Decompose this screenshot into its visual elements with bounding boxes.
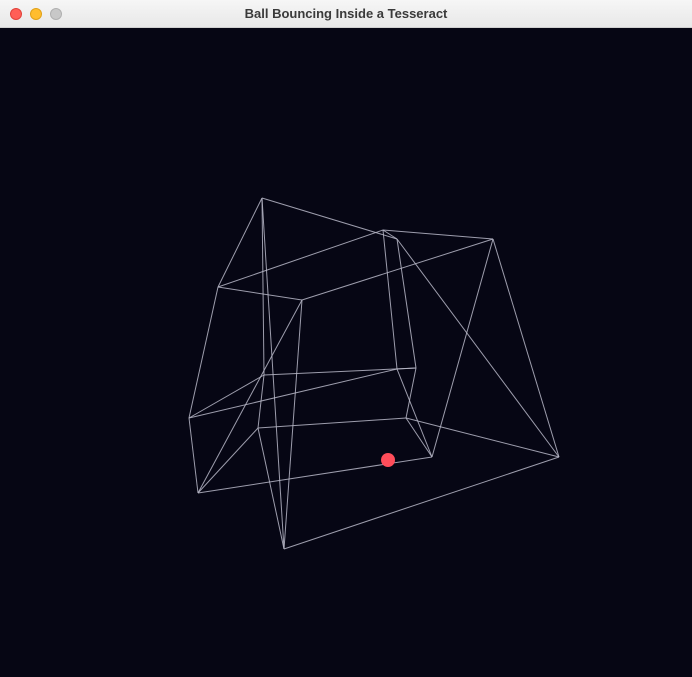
traffic-lights (0, 8, 62, 20)
tesseract-edge (189, 375, 264, 418)
maximize-icon[interactable] (50, 8, 62, 20)
close-icon[interactable] (10, 8, 22, 20)
tesseract-edge (397, 369, 432, 457)
tesseract-edge (189, 369, 397, 418)
tesseract-edge (284, 300, 302, 549)
tesseract-edge (189, 287, 218, 418)
tesseract-edge (432, 239, 493, 457)
tesseract-edge (397, 239, 559, 457)
tesseract-edge (189, 418, 198, 493)
tesseract-edge (284, 457, 559, 549)
tesseract-edge (198, 457, 432, 493)
app-window: Ball Bouncing Inside a Tesseract (0, 0, 692, 677)
tesseract-edge (493, 239, 559, 457)
tesseract-edge (397, 368, 416, 369)
titlebar[interactable]: Ball Bouncing Inside a Tesseract (0, 0, 692, 28)
tesseract-edge (198, 300, 302, 493)
bouncing-ball (381, 453, 395, 467)
tesseract-edges (189, 198, 559, 549)
minimize-icon[interactable] (30, 8, 42, 20)
tesseract-edge (218, 230, 383, 287)
tesseract-edge (218, 287, 302, 300)
tesseract-render (0, 28, 692, 677)
tesseract-edge (264, 368, 416, 375)
window-title: Ball Bouncing Inside a Tesseract (0, 6, 692, 21)
canvas-area (0, 28, 692, 677)
tesseract-edge (383, 230, 397, 369)
tesseract-edge (406, 368, 416, 418)
tesseract-edge (406, 418, 559, 457)
tesseract-edge (262, 198, 397, 239)
tesseract-edge (397, 239, 416, 368)
tesseract-edge (258, 418, 406, 428)
tesseract-edge (383, 230, 493, 239)
